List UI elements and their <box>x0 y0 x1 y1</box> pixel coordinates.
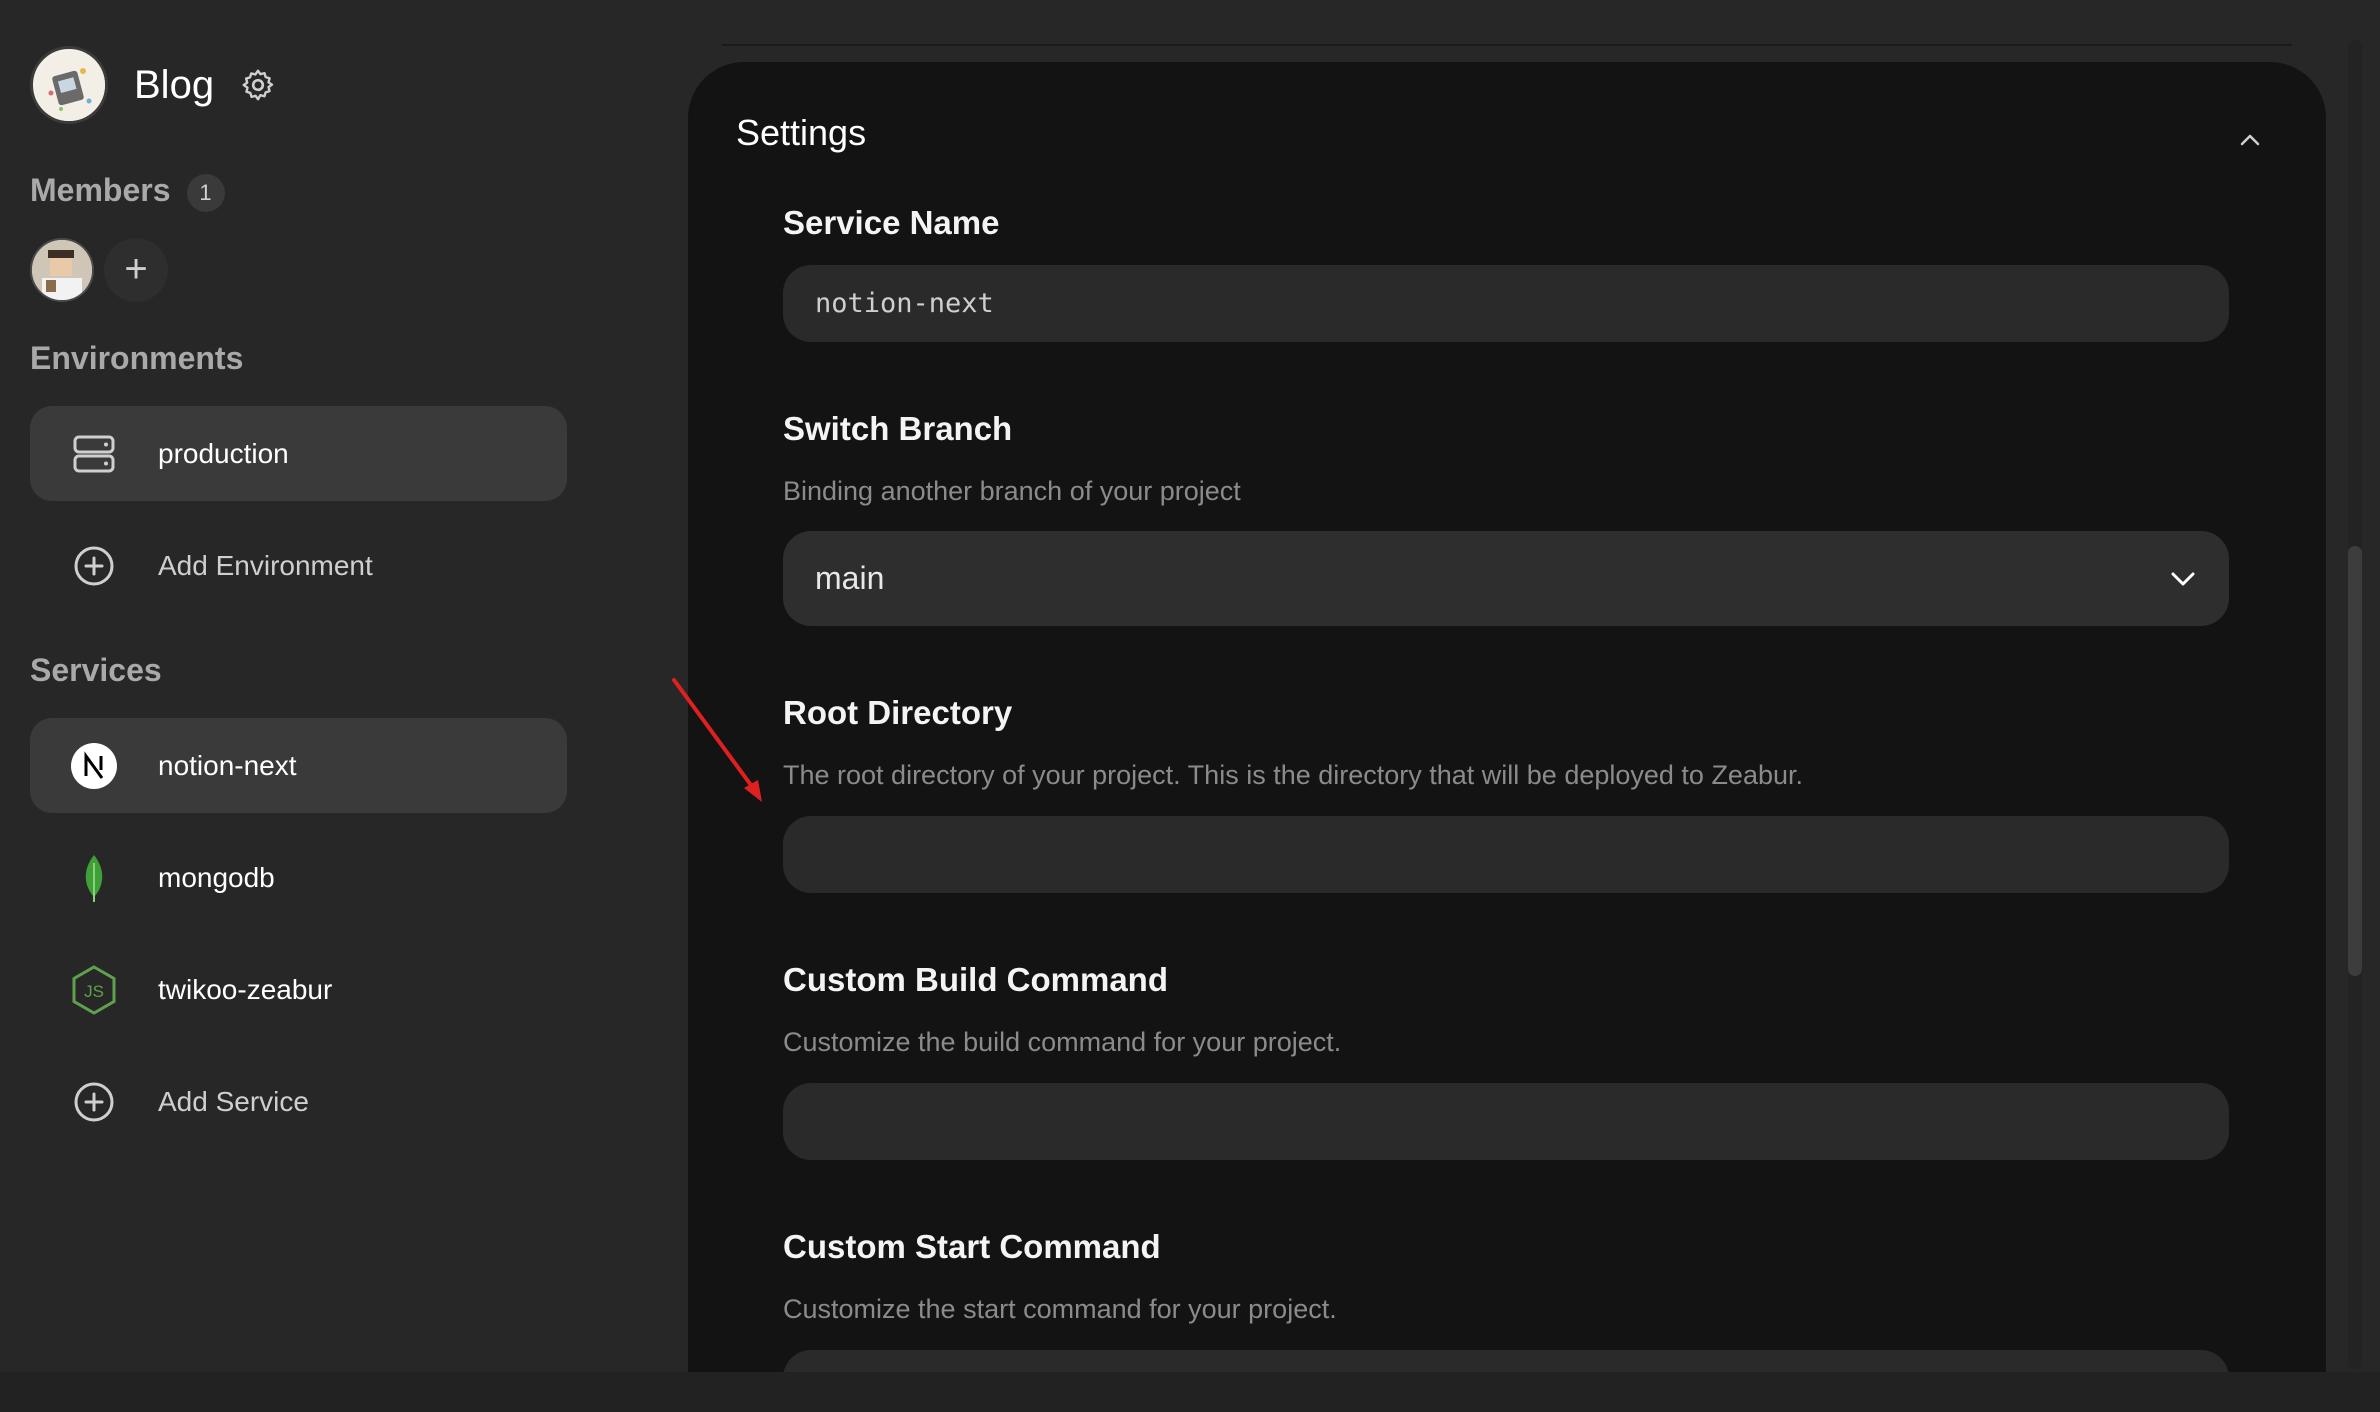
switch-branch-label: Switch Branch <box>783 410 1013 447</box>
service-label: twikoo-zeabur <box>158 973 333 1005</box>
add-service-label: Add Service <box>158 1085 309 1117</box>
settings-panel: Settings Service Name Switch Branch Bind… <box>688 62 2326 1372</box>
start-command-label: Custom Start Command <box>783 1228 1161 1265</box>
build-command-description: Customize the build command for your pro… <box>783 1027 1342 1057</box>
sidebar: Blog Members 1 + Environments production… <box>0 0 640 1412</box>
server-icon <box>70 430 118 478</box>
build-command-label: Custom Build Command <box>783 961 1168 998</box>
start-command-input[interactable] <box>783 1350 2229 1372</box>
add-environment-button[interactable]: Add Environment <box>30 518 567 613</box>
mongodb-leaf-icon <box>70 854 118 902</box>
add-member-button[interactable]: + <box>104 238 168 302</box>
start-command-description: Customize the start command for your pro… <box>783 1294 1337 1324</box>
chevron-down-icon <box>2171 572 2195 586</box>
project-avatar-image <box>35 51 105 121</box>
branch-select[interactable]: main <box>783 531 2229 626</box>
nodejs-icon: JS <box>70 964 118 1015</box>
service-label: notion-next <box>158 749 297 781</box>
service-item-notion-next[interactable]: notion-next <box>30 718 567 813</box>
settings-title: Settings <box>736 112 867 153</box>
members-heading: Members 1 <box>30 172 225 212</box>
project-header: Blog <box>30 46 276 124</box>
root-directory-description: The root directory of your project. This… <box>783 760 1804 790</box>
chevron-up-icon[interactable] <box>2234 124 2266 156</box>
service-name-input[interactable] <box>783 265 2229 342</box>
bottom-edge <box>0 1372 2380 1412</box>
service-item-twikoo-zeabur[interactable]: JS twikoo-zeabur <box>30 942 567 1037</box>
service-name-label: Service Name <box>783 204 1000 241</box>
nextjs-icon <box>70 742 118 790</box>
main-content: Settings Service Name Switch Branch Bind… <box>640 0 2380 1412</box>
environment-item-production[interactable]: production <box>30 406 567 501</box>
plus-circle-icon <box>70 542 118 590</box>
services-heading: Services <box>30 652 162 688</box>
root-directory-input[interactable] <box>783 816 2229 893</box>
project-title: Blog <box>134 62 215 107</box>
branch-select-value: main <box>815 560 885 596</box>
root-directory-label: Root Directory <box>783 694 1013 731</box>
environments-heading: Environments <box>30 340 244 376</box>
divider <box>722 44 2292 46</box>
environment-label: production <box>158 437 289 469</box>
service-label: mongodb <box>158 861 275 893</box>
build-command-input[interactable] <box>783 1083 2229 1160</box>
scrollbar-thumb[interactable] <box>2348 546 2362 976</box>
gear-icon[interactable] <box>240 67 276 103</box>
app-window: Blog Members 1 + Environments production… <box>0 0 2380 1412</box>
plus-circle-icon <box>70 1078 118 1126</box>
switch-branch-description: Binding another branch of your project <box>783 476 1241 506</box>
add-environment-label: Add Environment <box>158 549 373 581</box>
member-avatar[interactable] <box>30 238 94 302</box>
svg-text:JS: JS <box>84 982 104 1001</box>
project-avatar[interactable] <box>30 46 108 124</box>
service-item-mongodb[interactable]: mongodb <box>30 830 567 925</box>
members-count-badge: 1 <box>186 173 225 212</box>
member-avatar-image <box>32 240 92 300</box>
add-service-button[interactable]: Add Service <box>30 1054 567 1149</box>
members-label: Members <box>30 172 171 208</box>
